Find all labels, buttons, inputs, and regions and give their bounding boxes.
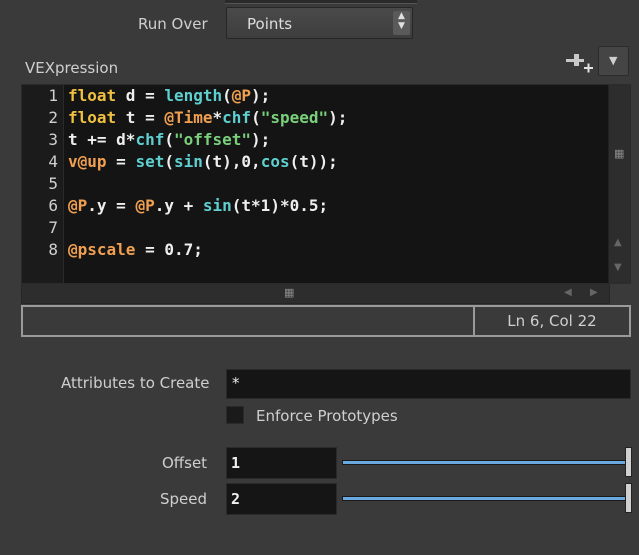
up-down-arrows-icon: ▲ ▼: [393, 11, 410, 35]
code-token: length: [164, 86, 223, 105]
code-token: @P: [135, 196, 155, 215]
scroll-left-icon[interactable]: ◀: [564, 287, 572, 298]
code-token: @P: [231, 86, 252, 105]
code-token: @pscale: [68, 240, 136, 259]
code-token: (t),0,: [202, 152, 261, 171]
code-token: = 0.7;: [135, 240, 203, 259]
code-token: sin: [202, 196, 232, 215]
previous-field-edge: [225, 0, 417, 4]
cursor-position: Ln 6, Col 22: [507, 312, 597, 330]
code-token: );: [328, 108, 348, 127]
speed-slider[interactable]: [342, 483, 632, 515]
speed-value: 2: [231, 490, 241, 508]
menu-button[interactable]: ▼: [598, 46, 629, 76]
code-line: v@up = set(sin(t),0,cos(t));: [68, 152, 338, 171]
code-line: float d = length(@P);: [68, 86, 270, 105]
code-token: @P: [68, 196, 88, 215]
vex-code-editor[interactable]: ▦ ▲ ▼ 1 float d = length(@P); 2 float t = @…: [21, 84, 631, 284]
code-line: @pscale = 0.7;: [68, 240, 203, 259]
attributes-to-create-value: *: [232, 374, 240, 392]
hscroll-grip-icon: ▦: [284, 286, 295, 299]
line-number: 1: [48, 86, 58, 105]
code-token: (: [251, 108, 261, 127]
code-token: d =: [116, 86, 165, 105]
code-token: (t));: [289, 152, 338, 171]
line-number: 6: [48, 196, 58, 215]
code-token: "speed": [260, 108, 329, 127]
scroll-up-icon[interactable]: ▲: [614, 237, 622, 248]
scroll-grip-icon: ▦: [614, 147, 625, 160]
line-number: 4: [48, 152, 58, 171]
code-token: chf: [222, 108, 252, 127]
code-line: t += d*chf("offset");: [68, 130, 270, 149]
scroll-right-icon[interactable]: ▶: [590, 287, 598, 298]
vertical-scrollbar[interactable]: ▦ ▲ ▼: [608, 85, 630, 283]
code-token: float: [68, 108, 117, 127]
horizontal-scrollbar[interactable]: ▦ ◀ ▶: [21, 284, 610, 304]
code-token: @Time: [164, 108, 213, 127]
code-token: (: [164, 130, 174, 149]
offset-value: 1: [231, 454, 241, 472]
code-token: cos: [260, 152, 290, 171]
code-token: (: [222, 86, 232, 105]
code-token: sin: [173, 152, 203, 171]
offset-slider-handle[interactable]: [625, 447, 632, 477]
run-over-value: Points: [247, 15, 293, 33]
speed-slider-track: [342, 496, 630, 501]
code-token: "offset": [173, 130, 252, 149]
code-token: float: [68, 86, 117, 105]
offset-slider-track: [342, 460, 630, 465]
speed-slider-handle[interactable]: [625, 483, 632, 513]
enforce-prototypes-checkbox[interactable]: [226, 406, 244, 424]
code-token: .y +: [154, 196, 203, 215]
vexpression-label: VEXpression: [25, 59, 119, 77]
code-line: float t = @Time*chf("speed");: [68, 108, 347, 127]
status-message-area: [23, 307, 475, 335]
code-token: *: [212, 108, 223, 127]
add-parameter-icon[interactable]: [566, 52, 594, 76]
code-token: =: [106, 152, 136, 171]
code-token: (: [164, 152, 174, 171]
code-token: t += d*: [68, 130, 136, 149]
offset-label: Offset: [162, 454, 208, 472]
line-number: 2: [48, 108, 58, 127]
dropdown-arrow-icon: ▼: [609, 54, 618, 67]
line-number: 8: [48, 240, 58, 259]
line-number: 3: [48, 130, 58, 149]
code-token: );: [251, 130, 271, 149]
speed-input[interactable]: 2: [226, 483, 337, 515]
editor-status-bar: Ln 6, Col 22: [21, 305, 631, 337]
scroll-down-icon[interactable]: ▼: [614, 262, 622, 273]
code-token: .y =: [87, 196, 136, 215]
code-token: t =: [116, 108, 165, 127]
code-token: (t*1)*0.5;: [231, 196, 329, 215]
enforce-prototypes-label: Enforce Prototypes: [256, 407, 398, 425]
attributes-to-create-label: Attributes to Create: [61, 374, 210, 392]
speed-label: Speed: [160, 490, 208, 508]
run-over-label: Run Over: [138, 15, 208, 33]
code-token: v@up: [68, 152, 107, 171]
line-number: 5: [48, 174, 58, 193]
code-token: set: [135, 152, 165, 171]
offset-input[interactable]: 1: [226, 447, 337, 479]
code-token: chf: [135, 130, 165, 149]
attributes-to-create-input[interactable]: *: [226, 369, 631, 399]
line-number: 7: [48, 218, 58, 237]
run-over-select[interactable]: Points ▲ ▼: [226, 7, 413, 39]
code-line: @P.y = @P.y + sin(t*1)*0.5;: [68, 196, 328, 215]
offset-slider[interactable]: [342, 447, 632, 479]
code-token: );: [251, 86, 271, 105]
